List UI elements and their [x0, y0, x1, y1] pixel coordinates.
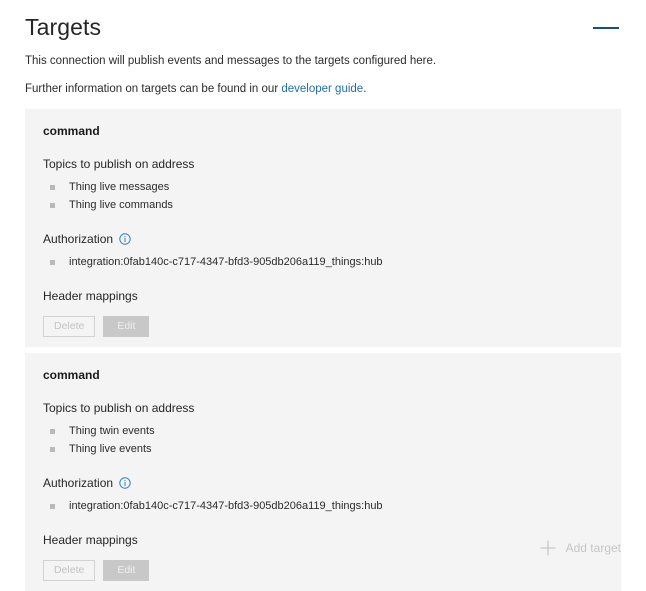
- intro-line-1: This connection will publish events and …: [25, 55, 437, 67]
- developer-guide-link[interactable]: developer guide: [281, 83, 363, 95]
- minus-icon: [593, 27, 619, 29]
- list-item: Thing live messages: [43, 178, 603, 196]
- target-card: command Topics to publish on address Thi…: [25, 109, 621, 347]
- list-item: Thing twin events: [43, 422, 603, 440]
- add-target-label: Add target: [565, 541, 621, 555]
- topics-label: Topics to publish on address: [43, 156, 603, 172]
- list-item: integration:0fab140c-c717-4347-bfd3-905d…: [43, 253, 603, 271]
- intro-line-2-prefix: Further information on targets can be fo…: [25, 83, 282, 95]
- intro-line-2-suffix: .: [363, 83, 367, 95]
- authorization-list: integration:0fab140c-c717-4347-bfd3-905d…: [43, 253, 603, 271]
- authorization-label: Authorization: [43, 475, 603, 491]
- header-mappings-label: Header mappings: [43, 288, 603, 304]
- topics-list: Thing twin events Thing live events: [43, 422, 603, 458]
- delete-button[interactable]: Delete: [43, 560, 96, 581]
- authorization-label-text: Authorization: [43, 476, 114, 490]
- plus-icon: [539, 539, 557, 557]
- info-icon[interactable]: [119, 477, 131, 489]
- panel-header: Targets: [25, 0, 621, 46]
- list-item: integration:0fab140c-c717-4347-bfd3-905d…: [43, 497, 603, 515]
- topics-label-text: Topics to publish on address: [43, 157, 195, 171]
- target-name: command: [43, 368, 100, 382]
- intro-line-2: Further information on targets can be fo…: [25, 81, 621, 97]
- target-name: command: [43, 124, 100, 138]
- edit-button[interactable]: Edit: [103, 560, 150, 581]
- edit-button[interactable]: Edit: [103, 316, 150, 337]
- authorization-list: integration:0fab140c-c717-4347-bfd3-905d…: [43, 497, 603, 515]
- topics-label-text: Topics to publish on address: [43, 401, 195, 415]
- target-card-list: command Topics to publish on address Thi…: [25, 109, 621, 591]
- target-actions: Delete Edit: [43, 316, 603, 337]
- topics-label: Topics to publish on address: [43, 400, 603, 416]
- authorization-label: Authorization: [43, 231, 603, 247]
- authorization-label-text: Authorization: [43, 232, 114, 246]
- list-item: Thing live commands: [43, 196, 603, 214]
- delete-button[interactable]: Delete: [43, 316, 96, 337]
- list-item: Thing live events: [43, 440, 603, 458]
- target-actions: Delete Edit: [43, 560, 603, 581]
- targets-panel: Targets This connection will publish eve…: [0, 0, 646, 591]
- page-title: Targets: [25, 14, 102, 40]
- topics-list: Thing live messages Thing live commands: [43, 178, 603, 214]
- info-icon[interactable]: [119, 233, 131, 245]
- add-target-button[interactable]: Add target: [539, 539, 621, 557]
- header-mappings-label-text: Header mappings: [43, 289, 138, 303]
- panel-footer: Add target: [25, 539, 621, 557]
- collapse-panel-button[interactable]: [593, 22, 621, 34]
